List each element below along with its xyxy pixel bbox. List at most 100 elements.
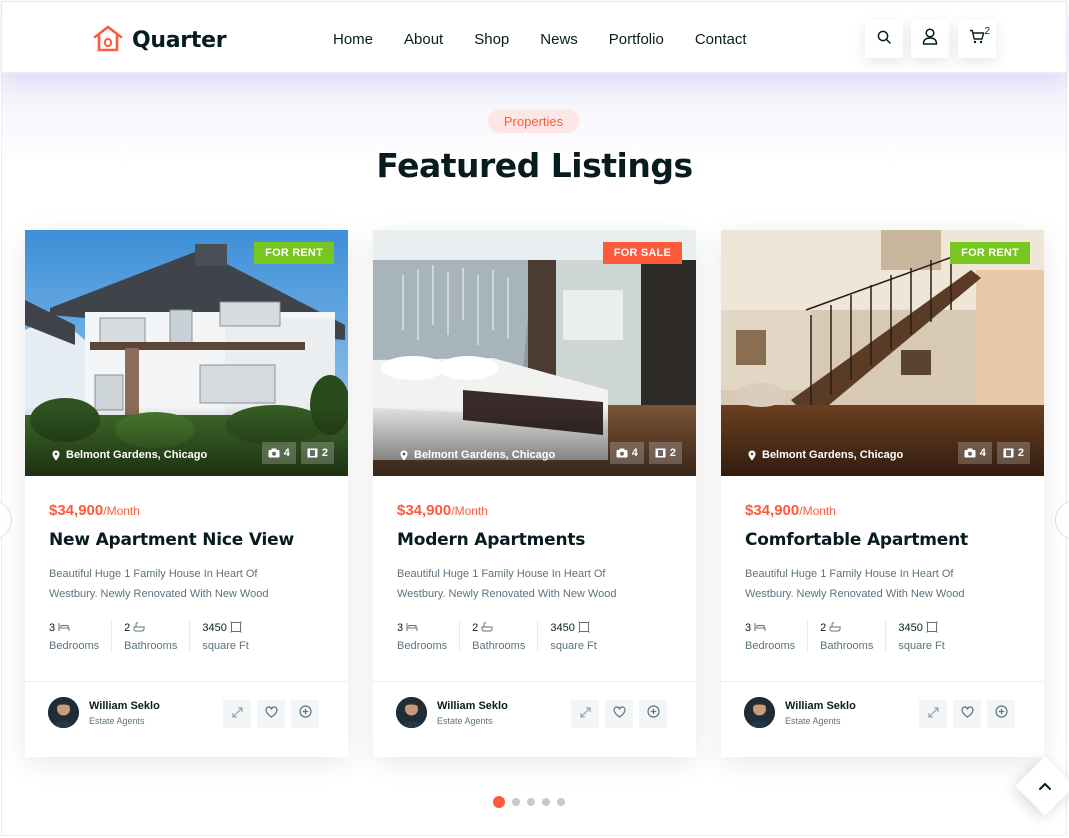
house-logo-icon: [92, 24, 124, 57]
bed-icon: [58, 622, 70, 635]
expand-icon: [927, 705, 939, 723]
video-count[interactable]: 2: [300, 442, 334, 464]
expand-button[interactable]: [571, 700, 599, 728]
pagination-dot[interactable]: [512, 798, 520, 806]
search-icon: [877, 30, 891, 49]
wishlist-button[interactable]: [953, 700, 981, 728]
cart-icon: [969, 29, 985, 49]
agent-name: William Seklo: [437, 699, 508, 712]
heart-icon: [264, 705, 278, 723]
photo-count[interactable]: 4: [261, 442, 296, 464]
listing-title[interactable]: Modern Apartments: [397, 530, 672, 550]
listing-image[interactable]: FOR RENT Belmont Gardens, Chicago 4 2: [721, 230, 1044, 476]
listing-cards: FOR RENT Belmont Gardens, Chicago 4 2 $3…: [25, 230, 1044, 757]
agent-avatar: [396, 697, 427, 728]
wishlist-button[interactable]: [605, 700, 633, 728]
section-badge: Properties: [488, 109, 579, 133]
expand-button[interactable]: [919, 700, 947, 728]
agent-info[interactable]: William Seklo Estate Agents: [744, 697, 856, 728]
brand-name: Quarter: [132, 28, 227, 53]
area-icon: [229, 620, 242, 636]
cart-count-badge: 2: [984, 26, 990, 37]
spec-bedrooms: 3 Bedrooms: [49, 622, 100, 652]
expand-button[interactable]: [223, 700, 251, 728]
pagination-dot[interactable]: [527, 798, 535, 806]
spec-area: 3450 square Ft: [537, 620, 608, 652]
section-title: Featured Listings: [376, 146, 693, 185]
camera-icon: [964, 448, 976, 458]
account-button[interactable]: [911, 20, 949, 58]
nav-shop[interactable]: Shop: [474, 31, 509, 48]
compare-button[interactable]: [639, 700, 667, 728]
agent-info[interactable]: William Seklo Estate Agents: [48, 697, 160, 728]
main-nav: Home About Shop News Portfolio Contact: [333, 31, 747, 48]
listing-description: Beautiful Huge 1 Family House In Heart O…: [49, 568, 269, 600]
map-pin-icon: [400, 450, 408, 461]
listing-title[interactable]: Comfortable Apartment: [745, 530, 1020, 550]
film-icon: [1003, 448, 1014, 458]
video-count[interactable]: 2: [648, 442, 682, 464]
listing-specs: 3 Bedrooms 2 Bathrooms 3450 square Ft: [745, 620, 1020, 652]
photo-count[interactable]: 4: [957, 442, 992, 464]
search-button[interactable]: [865, 20, 903, 58]
nav-portfolio[interactable]: Portfolio: [609, 31, 664, 48]
listing-title[interactable]: New Apartment Nice View: [49, 530, 324, 550]
video-count[interactable]: 2: [996, 442, 1030, 464]
film-icon: [655, 448, 666, 458]
listing-status-tag: FOR SALE: [602, 242, 682, 264]
agent-avatar: [744, 697, 775, 728]
expand-icon: [231, 705, 243, 723]
camera-icon: [616, 448, 628, 458]
listing-description: Beautiful Huge 1 Family House In Heart O…: [745, 568, 965, 600]
nav-contact[interactable]: Contact: [695, 31, 747, 48]
nav-news[interactable]: News: [540, 31, 578, 48]
listing-location[interactable]: Belmont Gardens, Chicago: [52, 449, 207, 461]
plus-circle-icon: [298, 705, 312, 723]
map-pin-icon: [748, 450, 756, 461]
spec-area: 3450 square Ft: [189, 620, 260, 652]
slider-pagination: [493, 796, 565, 808]
bathtub-icon: [133, 621, 145, 635]
area-icon: [577, 620, 590, 636]
chevron-up-icon: [1039, 777, 1051, 795]
wishlist-button[interactable]: [257, 700, 285, 728]
user-icon: [922, 28, 938, 50]
listing-specs: 3 Bedrooms 2 Bathrooms 3450 square Ft: [49, 620, 324, 652]
compare-button[interactable]: [987, 700, 1015, 728]
agent-name: William Seklo: [89, 699, 160, 712]
listing-status-tag: FOR RENT: [254, 242, 334, 264]
photo-count[interactable]: 4: [609, 442, 644, 464]
heart-icon: [960, 705, 974, 723]
cart-button[interactable]: 2: [958, 20, 996, 58]
agent-info[interactable]: William Seklo Estate Agents: [396, 697, 508, 728]
listing-status-tag: FOR RENT: [950, 242, 1030, 264]
area-icon: [925, 620, 938, 636]
spec-bathrooms: 2 Bathrooms: [459, 620, 537, 652]
listing-image[interactable]: FOR RENT Belmont Gardens, Chicago 4 2: [25, 230, 348, 476]
plus-circle-icon: [994, 705, 1008, 723]
compare-button[interactable]: [291, 700, 319, 728]
pagination-dot-active[interactable]: [493, 796, 505, 808]
listing-location[interactable]: Belmont Gardens, Chicago: [748, 449, 903, 461]
map-pin-icon: [52, 450, 60, 461]
expand-icon: [579, 705, 591, 723]
nav-about[interactable]: About: [404, 31, 443, 48]
spec-bedrooms: 3 Bedrooms: [397, 622, 448, 652]
listing-image[interactable]: FOR SALE Belmont Gardens, Chicago 4 2: [373, 230, 696, 476]
spec-bathrooms: 2 Bathrooms: [111, 620, 189, 652]
brand-logo[interactable]: Quarter: [92, 24, 227, 57]
nav-home[interactable]: Home: [333, 31, 373, 48]
listing-card[interactable]: FOR RENT Belmont Gardens, Chicago 4 2 $3…: [25, 230, 348, 757]
listing-card[interactable]: FOR RENT Belmont Gardens, Chicago 4 2 $3…: [721, 230, 1044, 757]
listing-price: $34,900/Month: [397, 502, 488, 519]
bathtub-icon: [829, 621, 841, 635]
agent-name: William Seklo: [785, 699, 856, 712]
bed-icon: [754, 622, 766, 635]
listing-card[interactable]: FOR SALE Belmont Gardens, Chicago 4 2 $3…: [373, 230, 696, 757]
listing-price: $34,900/Month: [49, 502, 140, 519]
heart-icon: [612, 705, 626, 723]
pagination-dot[interactable]: [557, 798, 565, 806]
pagination-dot[interactable]: [542, 798, 550, 806]
listing-location[interactable]: Belmont Gardens, Chicago: [400, 449, 555, 461]
listing-specs: 3 Bedrooms 2 Bathrooms 3450 square Ft: [397, 620, 672, 652]
